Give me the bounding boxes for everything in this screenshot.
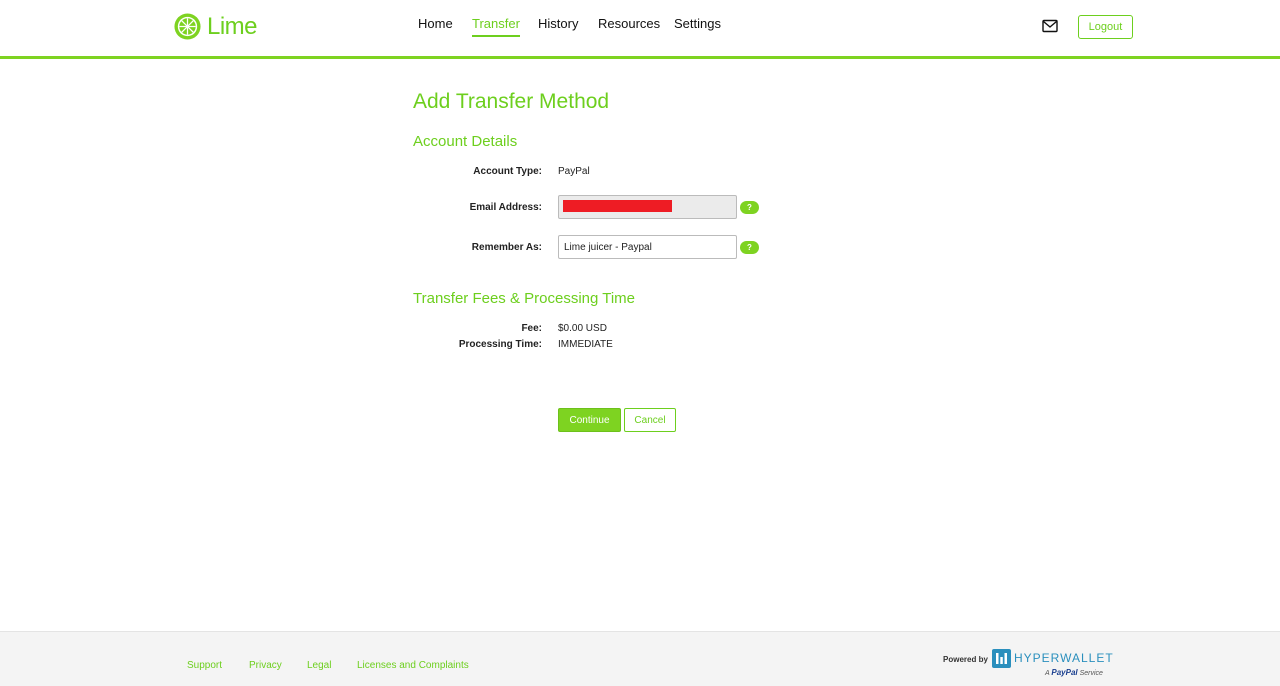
envelope-icon[interactable] — [1042, 19, 1058, 33]
email-help-icon[interactable]: ? — [740, 201, 759, 214]
processing-time-label: Processing Time: — [458, 339, 542, 350]
email-label: Email Address: — [469, 202, 542, 213]
footer-link-legal[interactable]: Legal — [307, 660, 331, 671]
remember-as-help-icon[interactable]: ? — [740, 241, 759, 254]
footer-link-support[interactable]: Support — [187, 660, 222, 671]
nav-resources[interactable]: Resources — [598, 16, 660, 35]
processing-time-value: IMMEDIATE — [558, 339, 613, 350]
paypal-service-suffix: Service — [1079, 670, 1103, 677]
nav-settings[interactable]: Settings — [674, 16, 721, 35]
account-type-value: PayPal — [558, 166, 590, 177]
remember-as-field[interactable]: Lime juicer - Paypal — [558, 235, 737, 259]
cancel-button[interactable]: Cancel — [624, 408, 676, 432]
remember-as-label: Remember As: — [471, 242, 542, 253]
footer: Support Privacy Legal Licenses and Compl… — [0, 631, 1280, 686]
remember-as-value: Lime juicer - Paypal — [564, 241, 652, 253]
top-header: Lime Home Transfer History Resources Set… — [0, 0, 1280, 59]
footer-link-privacy[interactable]: Privacy — [249, 660, 282, 671]
redaction-bar — [563, 200, 672, 212]
nav-history[interactable]: History — [538, 16, 578, 35]
hyperwallet-wordmark: HYPERWALLET — [1014, 651, 1114, 665]
paypal-brand: PayPal — [1051, 668, 1078, 677]
page-title: Add Transfer Method — [413, 90, 610, 113]
hyperwallet-logo-icon — [992, 649, 1011, 668]
paypal-service-note: A PayPal Service — [1045, 668, 1103, 677]
continue-button[interactable]: Continue — [558, 408, 621, 432]
fee-label: Fee: — [521, 323, 542, 334]
fee-value: $0.00 USD — [558, 323, 607, 334]
logout-button[interactable]: Logout — [1078, 15, 1133, 39]
nav-home[interactable]: Home — [418, 16, 453, 35]
powered-by-label: Powered by — [943, 655, 988, 664]
account-details-heading: Account Details — [413, 133, 518, 150]
email-field[interactable] — [558, 195, 737, 219]
account-type-label: Account Type: — [473, 166, 542, 177]
fees-heading: Transfer Fees & Processing Time — [413, 290, 636, 307]
paypal-service-prefix: A — [1045, 670, 1050, 677]
footer-link-licenses[interactable]: Licenses and Complaints — [357, 660, 469, 671]
nav-transfer[interactable]: Transfer — [472, 16, 520, 37]
